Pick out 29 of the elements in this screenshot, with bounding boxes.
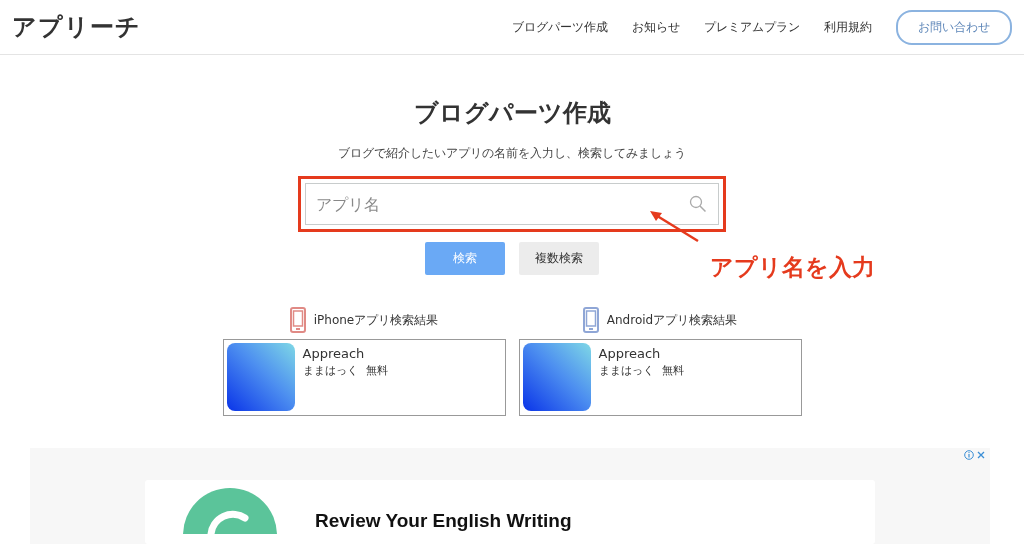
app-name: Appreach <box>598 346 662 361</box>
ad-card[interactable]: Review Your English Writing <box>145 480 875 544</box>
annotation-text: アプリ名を入力 <box>710 253 875 282</box>
ring-logo-icon <box>183 488 277 534</box>
page-title: ブログパーツ作成 <box>413 98 611 129</box>
nav-link[interactable]: プレミアムプラン <box>704 18 800 36</box>
app-icon <box>522 343 591 411</box>
app-price: 無料 <box>365 363 388 378</box>
app-icon <box>226 343 295 411</box>
info-icon[interactable] <box>964 450 974 460</box>
multi-search-button[interactable]: 複数検索 <box>519 242 599 275</box>
app-card[interactable]: Appreach ままはっく 無料 <box>222 339 506 416</box>
search-field[interactable]: アプリ名 <box>305 183 719 225</box>
close-icon[interactable] <box>976 450 986 460</box>
developer-name: ままはっく <box>598 363 654 378</box>
developer-name: ままはっく <box>302 363 358 378</box>
app-price: 無料 <box>661 363 684 378</box>
nav-link[interactable]: ブログパーツ作成 <box>512 18 608 36</box>
app-card[interactable]: Appreach ままはっく 無料 <box>518 339 802 416</box>
search-icon[interactable] <box>689 195 707 213</box>
results-heading: Androidアプリ検索結果 <box>606 311 738 329</box>
app-name: Appreach <box>302 346 366 361</box>
ad-headline: Review Your English Writing <box>315 510 572 532</box>
instruction-text: ブログで紹介したいアプリの名前を入力し、検索してみましょう <box>338 145 686 162</box>
results-heading: iPhoneアプリ検索結果 <box>313 311 439 329</box>
contact-button[interactable]: お問い合わせ <box>896 9 1012 45</box>
nav-link[interactable]: お知らせ <box>632 18 680 36</box>
site-logo[interactable]: アプリーチ <box>12 11 141 43</box>
nav-link[interactable]: 利用規約 <box>824 18 872 36</box>
